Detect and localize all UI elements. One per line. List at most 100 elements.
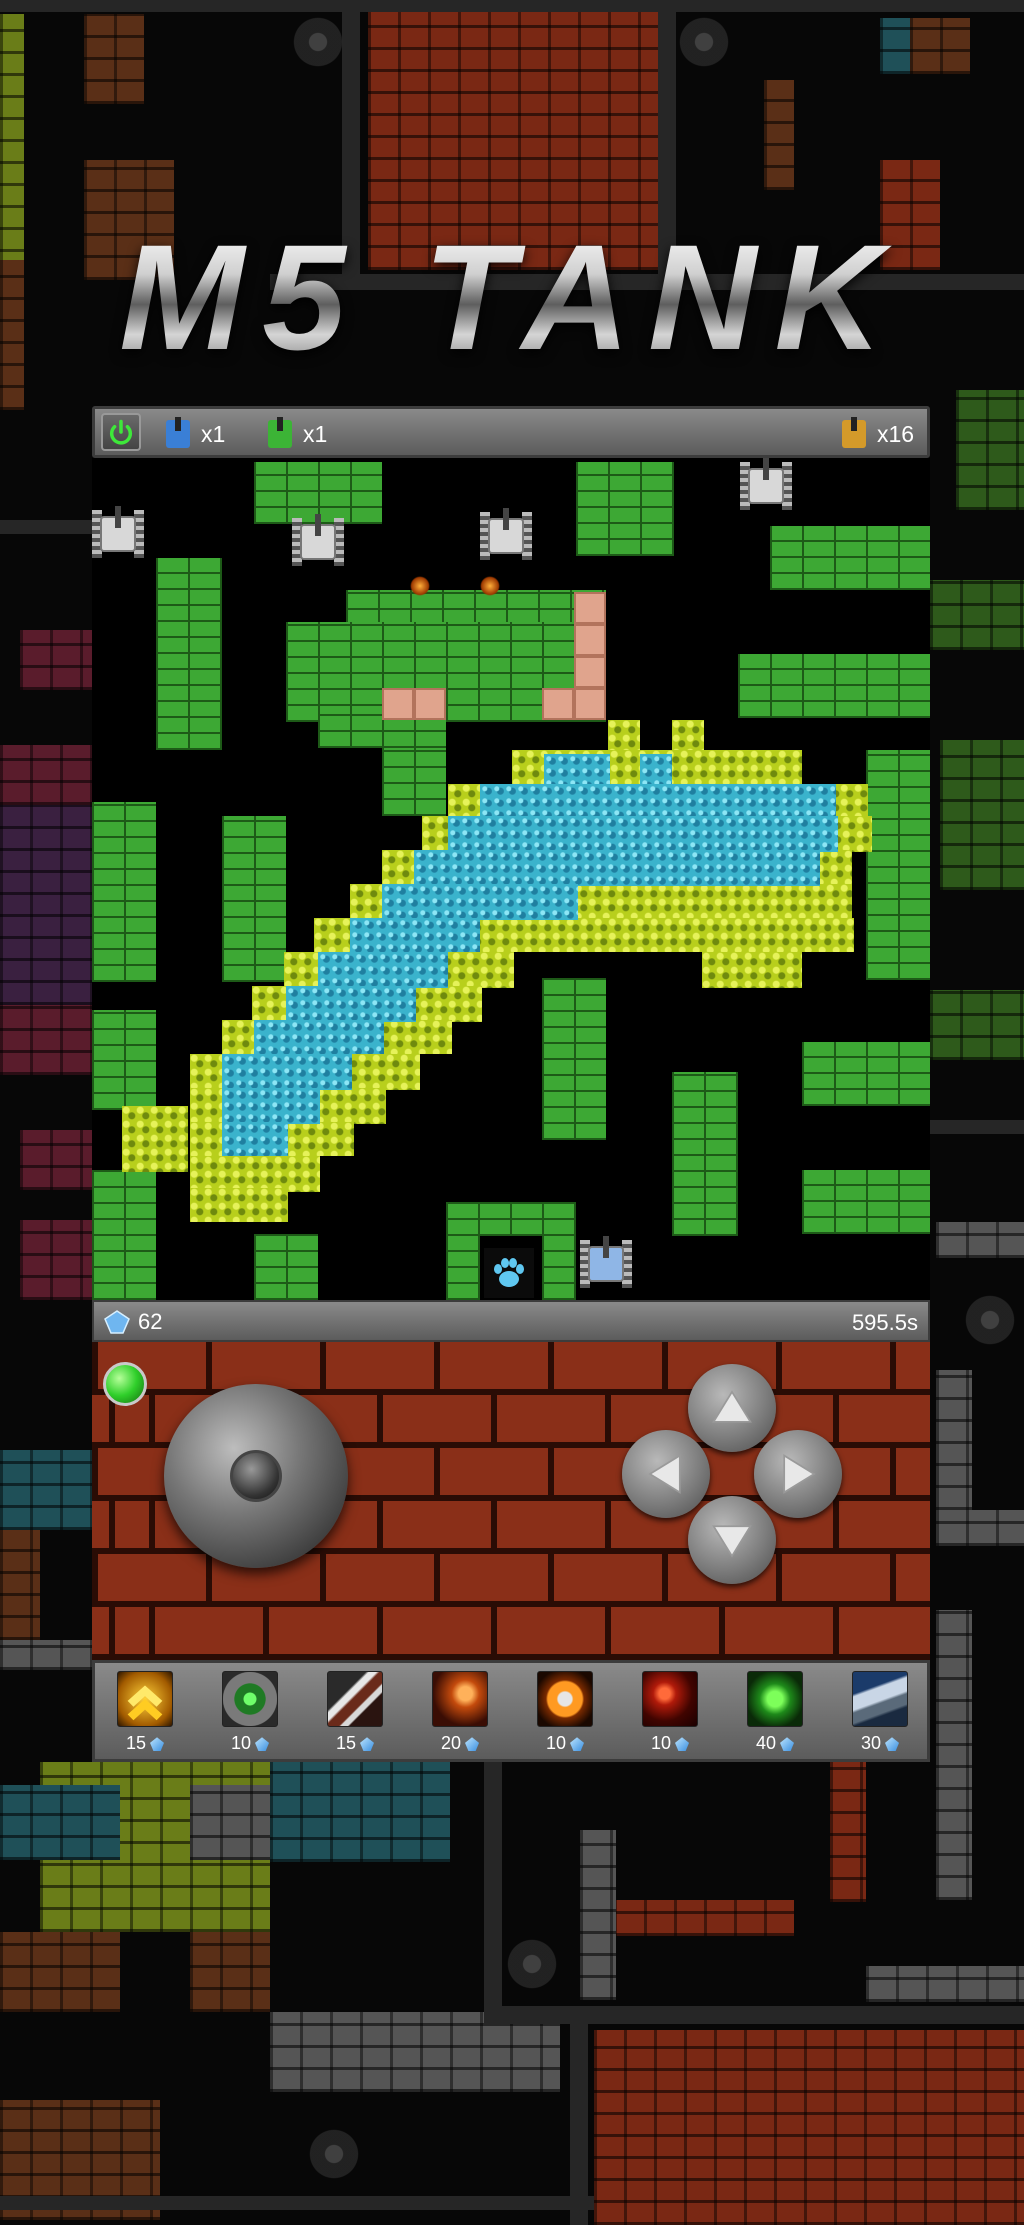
powerup-slot[interactable]: 15 <box>320 1671 390 1759</box>
bg-brick-block <box>930 990 1024 1060</box>
crystal-icon <box>360 1737 375 1752</box>
bg-tank-icon <box>676 14 732 70</box>
bg-wall <box>570 2024 588 2225</box>
arrow-down-icon <box>712 1525 752 1558</box>
powerup-cost: 30 <box>860 1733 882 1753</box>
bg-brick-block <box>936 1370 972 1510</box>
bg-tank-icon <box>306 2126 362 2182</box>
dpad-down-button[interactable] <box>688 1496 776 1584</box>
powerup-cost: 40 <box>755 1733 777 1753</box>
bg-wall <box>930 1120 1024 1134</box>
powerup-slot[interactable]: 40 <box>740 1671 810 1759</box>
water-tile <box>382 884 578 920</box>
water-tile <box>544 754 610 786</box>
bg-brick-block <box>0 1005 92 1075</box>
bg-brick-block <box>20 630 92 690</box>
grass-patch <box>672 720 704 754</box>
bg-brick-block <box>0 1530 40 1640</box>
powerup-cost: 15 <box>335 1733 357 1753</box>
water-tile <box>254 1020 384 1054</box>
enemy-tank <box>478 508 534 564</box>
crystal-icon <box>570 1737 585 1752</box>
powerup-slot[interactable]: 15 <box>110 1671 180 1759</box>
joystick-knob[interactable] <box>230 1450 282 1502</box>
crystal-counter: 62 <box>104 1309 162 1335</box>
powerup-slot[interactable]: 10 <box>530 1671 600 1759</box>
powerup-slot[interactable]: 30 <box>845 1671 915 1759</box>
bg-wall <box>484 1762 502 2022</box>
arrow-right-icon <box>783 1454 816 1494</box>
brick-wall <box>92 1170 156 1300</box>
bg-brick-block <box>594 2030 1024 2225</box>
game-field <box>92 458 930 1300</box>
bg-brick-block <box>580 1830 616 2000</box>
bg-brick-block <box>936 1510 1024 1546</box>
bg-brick-block <box>0 14 24 274</box>
grass-patch <box>122 1106 188 1172</box>
grass-patch <box>702 952 802 988</box>
bg-brick-block <box>0 1932 120 2012</box>
dpad-up-button[interactable] <box>688 1364 776 1452</box>
flame-whirl-icon <box>642 1671 698 1727</box>
steel-block <box>414 688 446 720</box>
powerup-slot[interactable]: 20 <box>425 1671 495 1759</box>
bg-brick-block <box>0 260 24 410</box>
bg-brick-block <box>936 1610 972 1900</box>
powerup-cost: 20 <box>440 1733 462 1753</box>
water-tile <box>480 784 836 818</box>
crystal-icon <box>104 1310 130 1334</box>
steel-block <box>574 592 606 624</box>
brick-wall <box>770 526 930 590</box>
grass-patch <box>190 1156 320 1192</box>
bg-brick-block <box>270 1762 450 1862</box>
crystal-icon <box>255 1737 270 1752</box>
bg-brick-block <box>614 1900 794 1936</box>
explosion-spark <box>410 576 430 596</box>
fire-button[interactable] <box>103 1362 147 1406</box>
dpad-left-button[interactable] <box>622 1430 710 1518</box>
crystal-icon <box>675 1737 690 1752</box>
water-tile <box>222 1122 288 1156</box>
crystal-icon <box>885 1737 900 1752</box>
shield-orb-icon <box>222 1671 278 1727</box>
bg-brick-block <box>956 390 1024 510</box>
brick-wall <box>802 1042 930 1106</box>
game-title: M5 TANK <box>60 222 960 372</box>
dpad-right-button[interactable] <box>754 1430 842 1518</box>
joystick[interactable] <box>164 1384 348 1568</box>
bg-brick-block <box>270 2012 560 2092</box>
bg-wall <box>0 520 92 534</box>
powerup-slot[interactable]: 10 <box>635 1671 705 1759</box>
brick-row <box>92 1554 930 1601</box>
brick-wall <box>92 1010 156 1110</box>
enemy-tank <box>738 458 794 514</box>
blue-tank-icon <box>161 417 195 451</box>
bg-brick-block <box>940 740 1024 890</box>
crystal-icon <box>465 1737 480 1752</box>
bg-brick-block <box>0 1450 92 1530</box>
brick-wall <box>346 590 606 626</box>
blades-icon <box>327 1671 383 1727</box>
powerup-slot[interactable]: 10 <box>215 1671 285 1759</box>
bg-brick-block <box>764 80 794 190</box>
green-tank-icon <box>263 417 297 451</box>
power-button[interactable] <box>101 413 141 451</box>
bg-brick-block <box>20 1220 92 1300</box>
brick-wall <box>382 748 446 816</box>
bg-brick-block <box>0 1640 92 1670</box>
steel-block <box>382 688 414 720</box>
bg-brick-block <box>910 18 970 74</box>
water-tile <box>414 850 820 886</box>
rank-up-chevron-icon <box>117 1671 173 1727</box>
water-tile <box>318 952 448 988</box>
brick-wall <box>222 816 286 982</box>
bg-brick-block <box>936 1222 1024 1258</box>
bg-brick-block <box>0 745 92 805</box>
player2-lives-count: x1 <box>303 420 328 447</box>
brick-wall <box>738 654 930 718</box>
brick-wall <box>92 802 156 982</box>
crystal-icon <box>780 1737 795 1752</box>
green-tank-icon <box>747 1671 803 1727</box>
grass-patch <box>608 720 640 754</box>
brick-wall <box>542 978 606 1140</box>
